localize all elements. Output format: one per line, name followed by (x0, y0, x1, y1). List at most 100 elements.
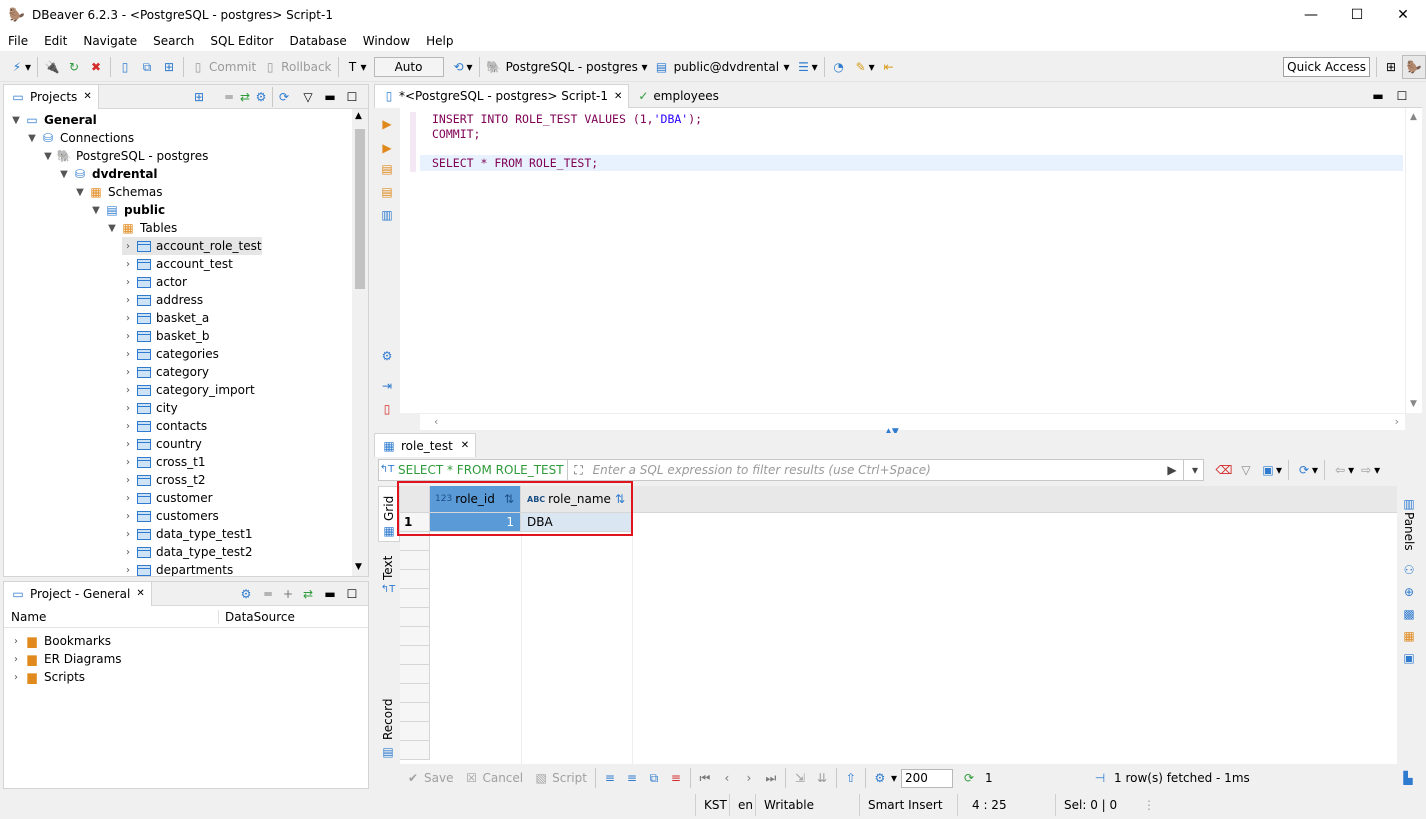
quick-access-input[interactable]: Quick Access (1283, 56, 1370, 77)
new-project-icon[interactable]: ⊞ (191, 89, 207, 105)
close-button[interactable]: ✕ (1380, 0, 1426, 30)
results-settings-icon[interactable]: ⚙ (872, 770, 888, 786)
dbeaver-perspective-button[interactable]: 🦫 (1402, 54, 1426, 79)
maximize-icon[interactable]: ☐ (344, 89, 360, 105)
tree-table-item[interactable]: › category (122, 363, 209, 381)
menu-database[interactable]: Database (281, 34, 354, 48)
filter-history-icon[interactable]: ▾ (1187, 462, 1203, 478)
expand-chevron-icon[interactable]: › (122, 511, 134, 522)
minimize-icon[interactable]: ▬ (1370, 88, 1386, 104)
next-page-icon[interactable]: › (741, 770, 757, 786)
fetch-all-icon[interactable]: ⇊ (814, 770, 830, 786)
tree-tables-folder[interactable]: ▼ ▦ Tables (106, 219, 177, 237)
aggregate-panel-icon[interactable]: ▦ (1401, 628, 1417, 644)
expand-chevron-icon[interactable]: › (122, 295, 134, 306)
reconnect-button[interactable]: ↻ (63, 55, 85, 79)
format-button[interactable]: ☰ ▾ (793, 55, 821, 79)
disconnect-button[interactable]: ✖ (85, 55, 107, 79)
tree-table-item[interactable]: › country (122, 435, 202, 453)
close-tab-icon[interactable]: ✕ (614, 91, 622, 102)
maximize-button[interactable]: ☐ (1334, 0, 1380, 30)
metadata-panel-icon[interactable]: ⊕ (1401, 584, 1417, 600)
menu-window[interactable]: Window (355, 34, 418, 48)
maximize-icon[interactable]: ☐ (344, 586, 360, 602)
column-name-header[interactable]: Name (4, 609, 219, 624)
export-icon[interactable]: ⇥ (379, 378, 395, 394)
add-row-icon[interactable]: ≡ (624, 770, 640, 786)
refresh-results-icon[interactable]: ⟳ (1296, 462, 1312, 478)
expand-chevron-icon[interactable]: › (122, 565, 134, 576)
column-datasource-header[interactable]: DataSource (219, 610, 295, 624)
copy-row-icon[interactable]: ⧉ (646, 770, 662, 786)
references-panel-icon[interactable]: ▣ (1401, 650, 1417, 666)
first-page-icon[interactable]: ⏮ (697, 770, 713, 786)
editor-vscrollbar[interactable]: ▲ ▼ (1405, 108, 1422, 413)
tab-project-general[interactable]: ▭ Project - General ✕ (4, 581, 152, 606)
menu-file[interactable]: File (0, 34, 36, 48)
filter-input[interactable]: Enter a SQL expression to filter results… (593, 463, 1164, 477)
tree-table-item[interactable]: › data_type_test2 (122, 543, 253, 561)
new-connection-button[interactable]: ⚡ ▾ (6, 55, 34, 79)
fetch-size-input[interactable]: 200 (900, 768, 953, 788)
tree-schema-public[interactable]: ▼ ▤ public (90, 201, 165, 219)
tree-table-item[interactable]: › cross_t2 (122, 471, 205, 489)
tree-table-item[interactable]: › actor (122, 273, 187, 291)
tree-table-item[interactable]: › contacts (122, 417, 207, 435)
projects-scrollbar[interactable]: ▲ ▼ (352, 109, 368, 576)
erase-filter-icon[interactable]: ⌫ (1216, 462, 1233, 478)
tree-table-item[interactable]: › account_test (122, 255, 233, 273)
rollback-button[interactable]: ▯ Rollback (259, 55, 334, 79)
tree-table-item[interactable]: › address (122, 291, 203, 309)
dashboard-button[interactable]: ◔ (828, 55, 850, 79)
settings-icon[interactable]: ⚙ (238, 586, 254, 602)
editor-hscrollbar[interactable]: ‹ › (420, 413, 1405, 430)
expand-chevron-icon[interactable]: › (122, 277, 134, 288)
link-editor-icon[interactable]: ⇄ (300, 586, 316, 602)
sql-editor[interactable]: INSERT INTO ROLE_TEST VALUES (1,'DBA'); … (400, 108, 1405, 413)
back-icon[interactable]: ⇦ (1332, 462, 1348, 478)
new-script-button[interactable]: ⊞ (158, 55, 180, 79)
sync-icon[interactable]: ⟳ (276, 89, 292, 105)
tree-database[interactable]: ▼ ⛁ dvdrental (58, 165, 157, 183)
expand-filter-icon[interactable]: ⛶ (571, 462, 587, 478)
execute-script-icon[interactable]: ▤ (379, 161, 395, 177)
edit-cell-icon[interactable]: ≡ (602, 770, 618, 786)
expand-chevron-icon[interactable]: › (122, 403, 134, 414)
menu-search[interactable]: Search (145, 34, 202, 48)
tree-table-item[interactable]: › data_type_test1 (122, 525, 253, 543)
menu-edit[interactable]: Edit (36, 34, 75, 48)
expand-chevron-icon[interactable]: › (122, 475, 134, 486)
expand-chevron-icon[interactable]: › (122, 547, 134, 558)
toggle-panels-icon[interactable]: ▙ (1400, 770, 1416, 786)
tree-scripts[interactable]: › ▆ Scripts (10, 668, 85, 686)
script-button[interactable]: ▧ Script (528, 767, 592, 789)
expand-chevron-icon[interactable]: › (122, 313, 134, 324)
apply-filter-icon[interactable]: ▶ (1164, 462, 1180, 478)
side-tab-text[interactable]: Text ↰T (378, 552, 400, 602)
commit-button[interactable]: ▯ Commit (187, 55, 259, 79)
expand-chevron-icon[interactable]: › (122, 493, 134, 504)
tree-general[interactable]: ▼ ▭ General (10, 111, 97, 129)
execute-statement-icon[interactable]: ▶ (379, 116, 395, 132)
panels-icon[interactable]: ▥ (1401, 496, 1417, 512)
tab-employees[interactable]: ✓ employees (629, 84, 724, 108)
menu-sql-editor[interactable]: SQL Editor (202, 34, 281, 48)
execute-new-tab-icon[interactable]: ▶ (379, 140, 395, 156)
tree-table-item[interactable]: › category_import (122, 381, 255, 399)
export-icon[interactable]: ⇧ (843, 770, 859, 786)
history-button[interactable]: ⟲ ▾ (448, 55, 476, 79)
expand-chevron-icon[interactable]: › (122, 331, 134, 342)
tree-connections[interactable]: ▼ ⛁ Connections (26, 129, 134, 147)
expand-chevron-icon[interactable]: › (122, 385, 134, 396)
editor-settings-icon[interactable]: ⚙ (379, 348, 395, 364)
connect-button[interactable]: 🔌 (41, 55, 63, 79)
open-perspective-button[interactable]: ⊞ (1380, 55, 1402, 79)
sql-editor-button[interactable]: ▯ (114, 55, 136, 79)
delete-row-icon[interactable]: ≡ (668, 770, 684, 786)
tree-table-item[interactable]: › customers (122, 507, 219, 525)
close-tab-icon[interactable]: ✕ (83, 91, 91, 102)
minimize-icon[interactable]: ▬ (322, 586, 338, 602)
active-schema-selector[interactable]: ▤ public@dvdrental ▾ (651, 55, 793, 79)
tab-projects[interactable]: ▭ Projects ✕ (4, 84, 99, 109)
tree-bookmarks[interactable]: › ▆ Bookmarks (10, 632, 111, 650)
